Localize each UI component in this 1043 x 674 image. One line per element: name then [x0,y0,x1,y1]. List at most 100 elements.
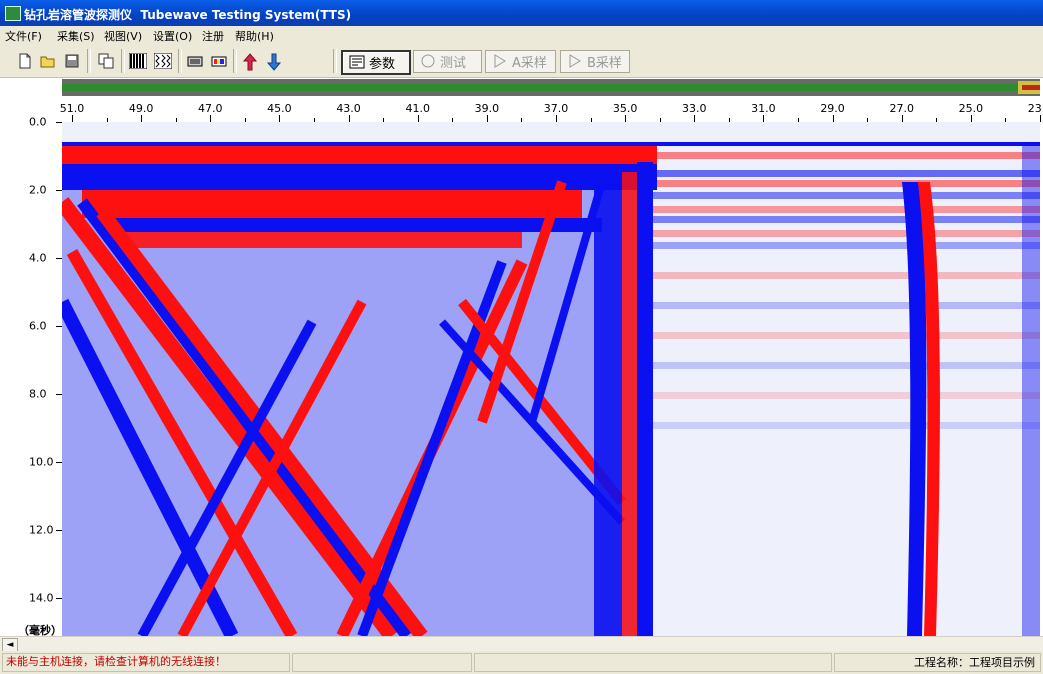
x-tick-label: 49.0 [128,102,154,115]
color-palette-button[interactable] [209,50,229,72]
x-tick [486,115,488,122]
y-tick-label: 10.0 [29,455,54,469]
save-disk-icon [65,54,79,68]
shift-down-button[interactable] [264,50,284,72]
test-button[interactable]: 测试 [413,50,482,73]
gray-palette-button[interactable] [185,50,205,72]
x-tick-label: 29.0 [820,102,845,115]
open-button[interactable] [38,50,58,72]
y-tick-label: 6.0 [29,319,47,333]
copy-button[interactable] [96,50,116,72]
play-b-icon [569,54,581,68]
status-bar: 未能与主机连接，请检查计算机的无线连接！ 工程名称：工程项目示例 [0,651,1043,674]
menu-view[interactable]: 视图(V) [104,28,142,44]
wave-view-button[interactable] [127,50,147,72]
trace-range-bar[interactable] [62,79,1040,96]
reflection-band [652,332,1040,339]
wiggle-view-button[interactable] [152,50,172,72]
reflection-band [652,192,1040,199]
toolbar: 参数 测试 A采样 B采样 [0,45,1043,78]
x-tick-label: 41.0 [405,102,430,115]
menu-help[interactable]: 帮助(H) [235,28,274,44]
y-tick-label: 4.0 [29,251,47,265]
x-tick-label: 39.0 [474,102,500,115]
params-icon [349,55,365,69]
title-bar: 钻孔岩溶管波探测仪 Tubewave Testing System(TTS) [0,0,1043,26]
direct-wave-red [62,146,657,164]
open-folder-icon [40,56,55,68]
window-title: 钻孔岩溶管波探测仪 Tubewave Testing System(TTS) [24,8,352,22]
reflection-band [652,242,1040,249]
a-sample-label: A采样 [512,56,547,71]
wiggle-view-icon [154,53,172,69]
menu-register[interactable]: 注册 [202,28,224,44]
reflection-band [652,180,1040,187]
x-tick-label: 27.0 [889,102,914,115]
x-tick [556,115,557,122]
vertical-band [902,182,927,636]
menu-file[interactable]: 文件(F) [5,28,42,44]
x-tick [625,115,627,122]
x-tick [348,115,350,122]
app-icon [5,6,21,21]
x-tick-label: 47.0 [198,102,223,115]
x-tick-label: 23.0 [1027,102,1043,115]
test-label: 测试 [440,56,467,71]
tubewave-section-plot[interactable] [62,122,1040,636]
x-tick [694,115,696,122]
reflection-band [652,152,1040,159]
x-axis: 51.0 49.0 47.0 45.0 43.0 41.0 39.0 37.0 35.0 33.0… [59,98,1043,122]
b-sample-label: B采样 [587,56,622,71]
x-tick-label: 45.0 [267,102,292,115]
params-label: 参数 [369,57,396,72]
reflection-band [652,216,1040,223]
x-tick-label: 37.0 [543,102,569,115]
direct-wave-blue [62,142,1040,146]
save-button[interactable] [62,50,82,72]
reflection-band [652,302,1040,309]
vertical-band [1022,142,1040,636]
params-button[interactable]: 参数 [341,50,411,75]
y-tick-label: 0.0 [29,115,47,129]
menu-bar: 文件(F) 采集(S) 视图(V) 设置(O) 注册 帮助(H) [0,26,1043,45]
reflection-band [652,392,1040,399]
b-sample-button[interactable]: B采样 [560,50,630,73]
range-fill [62,84,1018,91]
reflection-band [652,272,1040,279]
test-icon [421,54,435,68]
direct-wave-blue-3 [102,218,602,232]
x-tick-label: 25.0 [958,102,984,115]
direct-wave-blue-2 [62,164,657,190]
horizontal-scrollbar[interactable]: ◄ [0,636,1043,652]
a-sample-button[interactable]: A采样 [485,50,556,73]
menu-settings[interactable]: 设置(O) [153,28,192,44]
new-file-button[interactable] [15,50,35,72]
x-tick [417,115,419,122]
x-tick-label: 31.0 [751,102,776,115]
wave-view-icon [129,53,147,69]
copy-icon [98,53,114,69]
connection-error-message: 未能与主机连接，请检查计算机的无线连接！ [6,655,226,668]
x-tick-label: 51.0 [59,102,85,115]
reflection-band [652,362,1040,369]
project-name: 工程名称：工程项目示例 [914,656,1035,669]
down-arrow-icon [266,53,282,71]
reflection-band [652,170,1040,177]
y-tick-label: 8.0 [29,387,47,401]
menu-acquire[interactable]: 采集(S) [57,28,95,44]
up-arrow-icon [242,53,258,71]
reflection-band [652,422,1040,429]
x-tick [279,115,281,122]
direct-wave-red-2 [82,190,582,218]
y-axis: 0.0 2.0 4.0 6.0 8.0 10.0 12.0 14.0 [0,116,62,636]
play-a-icon [494,54,506,68]
scroll-left-arrow[interactable]: ◄ [2,638,18,652]
x-tick [72,115,73,122]
shift-up-button[interactable] [240,50,260,72]
gray-palette-icon [187,56,203,67]
x-tick [901,115,903,122]
x-tick [832,115,834,122]
y-tick-label: 2.0 [29,183,47,197]
range-marker-inner [1022,85,1040,90]
color-palette-icon [211,56,227,67]
